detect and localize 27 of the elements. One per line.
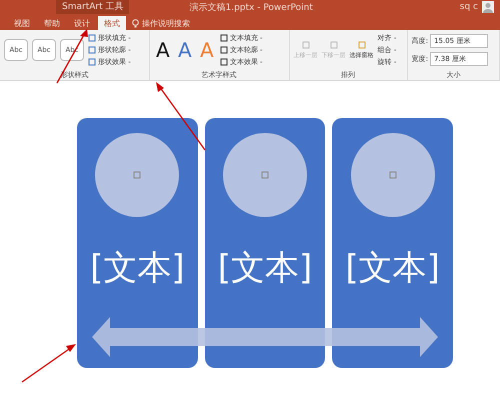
user-name: sq c [460,2,478,12]
image-icon [133,171,142,179]
smartart-card[interactable]: [文本] [204,118,326,368]
card-text[interactable]: [文本] [90,245,185,291]
annotation-arrow [56,29,88,84]
avatar-icon[interactable] [482,1,494,13]
ribbon-tab[interactable]: 格式 [98,16,126,30]
annotation-arrow [22,344,76,383]
smartart-card[interactable]: [文本] [77,118,198,368]
wordart-style[interactable]: A [154,38,172,62]
card-text[interactable]: [文本] [218,245,312,291]
image-icon [388,171,397,179]
layers-icon [358,40,366,48]
ribbon-tab[interactable]: 帮助 [38,16,66,30]
lightbulb-icon [132,18,139,28]
wordart-style[interactable]: A [176,38,194,62]
context-tab-title: SmartArt 工具 [56,0,130,14]
tell-me-search[interactable]: 操作说明搜索 [142,18,190,28]
ribbon-tab[interactable]: 视图 [8,16,36,30]
smartart-card[interactable]: [文本] [332,118,454,368]
image-icon [261,171,269,179]
window-title: 演示文稿1.pptx - PowerPoint [189,2,313,14]
layers-icon [302,40,310,48]
ribbon-tab[interactable]: 设计 [68,16,96,30]
card-text[interactable]: [文本] [345,245,440,291]
layers-icon [330,40,338,48]
annotation-arrow [156,82,206,150]
